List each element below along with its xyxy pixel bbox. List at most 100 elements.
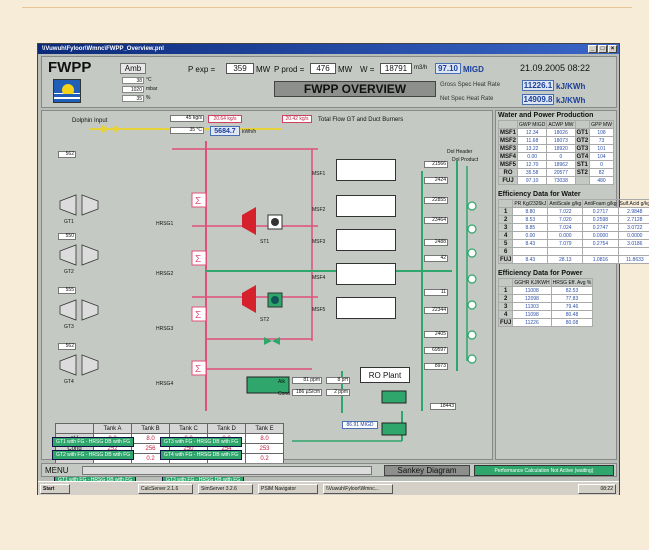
tank-header: Tank B xyxy=(131,423,170,434)
w-unit: m3/h xyxy=(414,65,428,71)
table-cell: 13.22 xyxy=(517,144,548,153)
row-label: 1 xyxy=(497,286,514,295)
p-prod-value: 476 xyxy=(310,63,336,74)
table-cell: 11226 xyxy=(512,318,552,327)
gt3-label: GT3 xyxy=(64,324,74,330)
table-cell: 11.68 xyxy=(517,136,548,145)
row-label: MSF3 xyxy=(497,144,519,153)
row-label: RO xyxy=(497,168,519,177)
table-cell: 12.70 xyxy=(517,160,548,169)
table-cell: 2.7128 xyxy=(617,215,649,224)
migd-value: 97.10 xyxy=(435,63,461,74)
msf3-unit[interactable] xyxy=(336,229,396,251)
st2-label: ST2 xyxy=(260,317,270,323)
msf-flow-1: 21566 xyxy=(424,161,448,168)
table-cell: 3.0186 xyxy=(617,239,649,248)
st1-label: ST1 xyxy=(260,239,270,245)
eff-power-title: Efficiency Data for Power xyxy=(498,270,583,277)
tank-header: Tank A xyxy=(93,423,132,434)
row-label: 3 xyxy=(497,302,514,311)
table-cell: 73 xyxy=(589,136,614,145)
table-cell: 20577 xyxy=(546,168,576,177)
amb-humidity-value: 35 xyxy=(122,95,144,102)
total-flow-box: 20.42 kg/s xyxy=(282,115,312,123)
amb-button[interactable]: Amb xyxy=(120,63,146,74)
table-cell: 480 xyxy=(589,176,614,185)
p-prod-label: P prod = xyxy=(274,65,305,74)
mode-button-gt3[interactable]: GT3 with FG - HRSG DB with FG xyxy=(160,437,243,447)
process-panel: ΣΣΣΣ Dolphin Input 45 kg/s 20.64 kg/s 35… xyxy=(41,110,493,485)
table-cell: 11098 xyxy=(512,310,552,319)
eff-power-table: GGHR KJ/KWH HRSG Eff. Avg % 1 11008 82.53 … xyxy=(497,278,594,327)
p-exp-value: 359 xyxy=(226,63,254,74)
svg-text:Σ: Σ xyxy=(195,310,201,321)
p-prod-unit: MW xyxy=(338,65,353,74)
table-cell: 35.58 xyxy=(517,168,548,177)
tank-header: Tank C xyxy=(169,423,208,434)
row-label: 1 xyxy=(497,207,514,216)
overview-title: FWPP OVERVIEW xyxy=(274,81,436,97)
taskbar-item[interactable]: CalcServer 2.1.6 xyxy=(138,484,193,494)
table-cell: 18962 xyxy=(546,160,576,169)
table-cell: 8.43 xyxy=(512,239,549,248)
svg-text:Σ: Σ xyxy=(195,196,201,207)
dolphin-temp: 35 °C xyxy=(170,127,204,134)
mode-button-gt2[interactable]: GT2 with FG - HRSG DB with FG xyxy=(52,450,135,460)
svg-text:Σ: Σ xyxy=(195,364,201,375)
net-heat-value: 14909.8 xyxy=(522,94,554,105)
table-cell: 0.0000 xyxy=(582,231,619,240)
tank-header: Tank E xyxy=(245,423,284,434)
menu-label[interactable]: MENU xyxy=(45,466,69,475)
gross-heat-label: Gross Spec Heat Rate xyxy=(440,82,501,88)
msf-flow-4: 23464 xyxy=(424,217,448,224)
col-header: ACWP MW xyxy=(546,120,576,129)
msf4-unit[interactable] xyxy=(336,263,396,285)
table-cell: 12098 xyxy=(512,294,552,303)
msf3-label: MSF3 xyxy=(312,239,326,245)
table-cell: 101 xyxy=(589,144,614,153)
taskbar-item[interactable]: PSIM Navigator xyxy=(258,484,318,494)
table-cell: 12.34 xyxy=(517,128,548,137)
tank-header: Tank D xyxy=(207,423,246,434)
menu-field[interactable] xyxy=(82,466,372,475)
page-rule xyxy=(22,7,632,8)
row-label: 3 xyxy=(497,223,514,232)
eff-water-title: Efficiency Data for Water xyxy=(498,191,581,198)
row-label: ST1 xyxy=(574,160,591,169)
start-button[interactable]: Start xyxy=(40,484,70,494)
taskbar-item[interactable]: SimServer 3.2.6 xyxy=(198,484,253,494)
table-cell: 0.0000 xyxy=(617,231,649,240)
row-label: 5 xyxy=(497,239,514,248)
close-icon[interactable]: × xyxy=(608,45,617,53)
table-cell: 104 xyxy=(589,152,614,161)
hrsg2-label: HRSG2 xyxy=(156,271,174,277)
table-cell: 80.48 xyxy=(550,310,594,319)
window-titlebar: \\Vuwuh\Fyloor\Wmnc\FWPP_Overview.pnl _ … xyxy=(38,44,619,54)
ro-plant[interactable]: RO Plant xyxy=(360,367,410,383)
msf-flow-6: 42 xyxy=(424,255,448,262)
table-cell: 1.0816 xyxy=(582,255,619,264)
sankey-button[interactable]: Sankey Diagram xyxy=(384,465,470,476)
col-header: GPP MW xyxy=(589,120,614,129)
msf1-unit[interactable] xyxy=(336,159,396,181)
mode-button-gt1[interactable]: GT1 with FG - HRSG DB with FG xyxy=(52,437,135,447)
amb-humidity-unit: % xyxy=(146,95,151,101)
table-cell: 11008 xyxy=(512,286,552,295)
net-heat-label: Net Spec Heat Rate xyxy=(440,96,494,102)
msf2-unit[interactable] xyxy=(336,195,396,217)
gt3-power: 555 xyxy=(58,287,76,294)
maximize-icon[interactable]: □ xyxy=(598,45,607,53)
minimize-icon[interactable]: _ xyxy=(588,45,597,53)
taskbar-item[interactable]: \\Vuwuh\Fyloor\Wmnc... xyxy=(323,484,393,494)
tank-cell: 0.2 xyxy=(245,453,284,464)
row-label: FUJ xyxy=(497,255,514,264)
table-cell: 82.53 xyxy=(550,286,594,295)
mode-button-gt4[interactable]: GT4 with FG - HRSG DB with FG xyxy=(160,450,243,460)
row-label: MSF5 xyxy=(497,160,519,169)
ph-value: 8 pH xyxy=(326,377,350,384)
msf5-unit[interactable] xyxy=(336,297,396,319)
gt1-label: GT1 xyxy=(64,219,74,225)
cond-value: 186 µS/cm xyxy=(292,389,322,396)
row-label: MSF1 xyxy=(497,128,519,137)
tank-cell: 8.0 xyxy=(245,433,284,444)
